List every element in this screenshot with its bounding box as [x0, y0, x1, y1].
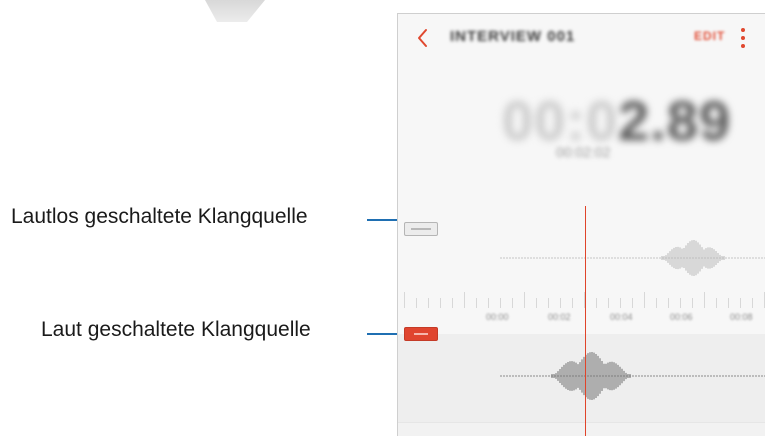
timeline-tick — [536, 298, 537, 308]
timeline-tick — [572, 298, 573, 308]
callout-muted-source: Lautlos geschaltete Klangquelle — [11, 205, 308, 228]
timeline-tick — [632, 298, 633, 308]
timeline-tick — [548, 298, 549, 308]
playhead-line[interactable] — [585, 206, 586, 436]
recorder-screen: INTERVIEW 001 EDIT 00:02.89 00:02:02 00:… — [397, 13, 765, 436]
timeline-tick — [512, 298, 513, 308]
callout-active-source: Laut geschaltete Klangquelle — [41, 318, 311, 341]
timer-strong: 2.89 — [618, 89, 732, 152]
device-edge-decoration — [205, 0, 265, 22]
chevron-left-icon[interactable] — [412, 24, 436, 52]
timeline-tick — [560, 298, 561, 308]
timeline-label: 00:00 — [486, 312, 509, 322]
bottom-controls-strip — [398, 422, 765, 436]
timeline-tick — [668, 298, 669, 308]
timeline-tick — [680, 298, 681, 308]
timeline-tick — [404, 292, 405, 308]
more-vertical-icon[interactable] — [739, 28, 747, 50]
timeline-tick — [416, 298, 417, 308]
timeline-tick — [440, 298, 441, 308]
callout-line-muted — [367, 219, 399, 221]
timeline-tick — [464, 292, 465, 308]
timeline-tick — [656, 298, 657, 308]
recording-title: INTERVIEW 001 — [450, 28, 576, 45]
waveform-active — [500, 352, 765, 400]
timeline-tick — [740, 298, 741, 308]
timeline-tick — [428, 298, 429, 308]
waveform-muted — [500, 240, 765, 276]
timeline-tick — [644, 292, 645, 308]
app-bar: INTERVIEW 001 EDIT — [398, 14, 765, 64]
timeline-tick — [524, 292, 525, 308]
timeline-tick — [716, 298, 717, 308]
timeline-tick — [728, 298, 729, 308]
timeline-tick — [752, 298, 753, 308]
timeline-tick — [692, 298, 693, 308]
edit-button[interactable]: EDIT — [694, 29, 725, 43]
timeline-label: 00:02 — [548, 312, 571, 322]
total-duration: 00:02:02 — [556, 144, 611, 160]
track-active-toggle[interactable] — [404, 327, 438, 341]
timeline-tick — [620, 298, 621, 308]
timeline-tick — [500, 298, 501, 308]
timeline-tick — [476, 298, 477, 308]
callout-line-active — [367, 333, 399, 335]
timeline-label: 00:06 — [670, 312, 693, 322]
timeline-tick — [608, 298, 609, 308]
timeline-tick — [488, 298, 489, 308]
elapsed-timer: 00:02.89 — [502, 88, 731, 153]
timeline-ruler: 00:00 00:02 00:04 00:06 00:08 — [398, 286, 765, 334]
timeline-label: 00:08 — [730, 312, 753, 322]
timer-dim: 00:0 — [502, 89, 619, 152]
timeline-tick — [704, 292, 705, 308]
timeline-tick — [596, 298, 597, 308]
timeline-tick — [452, 298, 453, 308]
timeline-label: 00:04 — [610, 312, 633, 322]
